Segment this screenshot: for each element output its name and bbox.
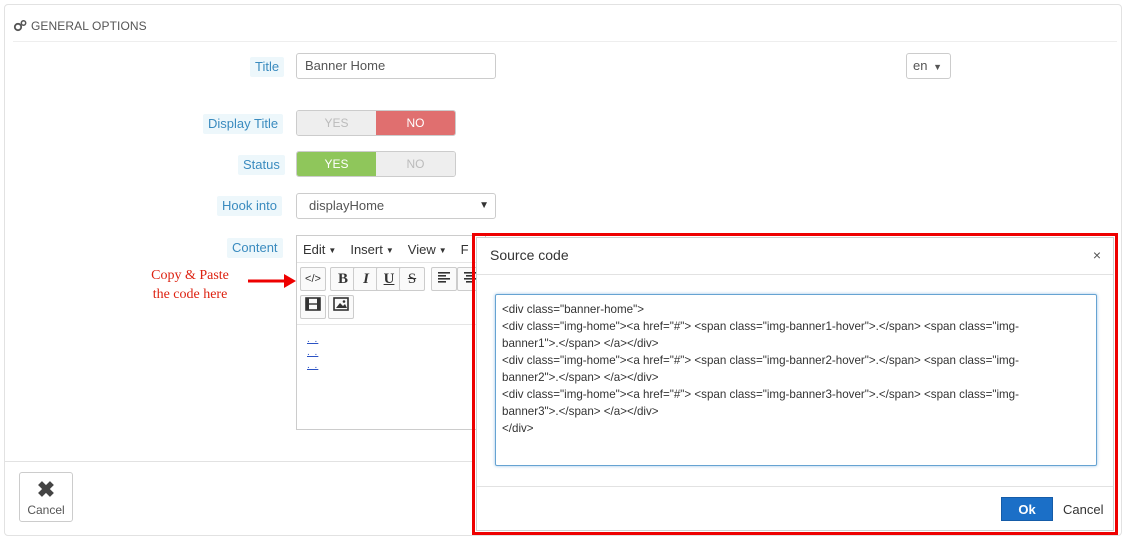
menu-edit[interactable]: Edit ▼ <box>303 242 336 257</box>
cancel-button-label: Cancel <box>27 503 65 517</box>
film-icon <box>305 297 321 311</box>
insert-video-button[interactable] <box>300 295 326 319</box>
close-icon: ✖ <box>36 477 56 502</box>
title-input[interactable]: Banner Home <box>296 53 496 79</box>
dialog-title: Source code <box>490 247 569 263</box>
ok-button[interactable]: Ok <box>1001 497 1053 521</box>
align-left-icon <box>438 272 450 283</box>
source-code-dialog: Source code × <div class="banner-home"> … <box>476 237 1114 531</box>
dialog-header: Source code × <box>477 238 1113 275</box>
hook-into-select[interactable]: displayHome ▼ <box>296 193 496 219</box>
hook-into-label: Hook into <box>217 196 282 216</box>
code-line: <div class="banner-home"> <box>502 303 644 316</box>
title-label: Title <box>250 57 285 77</box>
source-code-button[interactable]: </> <box>300 267 326 291</box>
status-no[interactable]: NO <box>376 152 455 176</box>
menu-view[interactable]: View ▼ <box>408 242 447 257</box>
arrow-right-icon <box>248 274 296 288</box>
rich-text-editor: Edit ▼ Insert ▼ View ▼ F </> B I U S . . . … <box>296 235 486 430</box>
editor-toolbar: </> B I U S <box>297 266 485 328</box>
copy-paste-annotation: Copy & Paste the code here <box>140 266 240 304</box>
hook-into-value: displayHome <box>309 198 385 213</box>
display-title-no[interactable]: NO <box>376 111 455 135</box>
caret-down-icon: ▼ <box>328 245 337 255</box>
close-icon[interactable]: × <box>1093 247 1101 263</box>
panel-heading: GENERAL OPTIONS <box>13 11 1117 42</box>
annotation-line-2: the code here <box>152 287 228 302</box>
panel-footer-divider <box>4 461 474 462</box>
editor-menubar: Edit ▼ Insert ▼ View ▼ F <box>297 236 485 263</box>
caret-down-icon: ▼ <box>933 62 943 72</box>
language-value: en <box>913 58 928 73</box>
code-line: banner2">.</span> </a></div> <box>502 371 659 384</box>
status-switch: YES NO <box>296 151 456 177</box>
code-line: banner3">.</span> </a></div> <box>502 405 659 418</box>
dialog-cancel-button[interactable]: Cancel <box>1063 502 1103 517</box>
align-left-button[interactable] <box>431 267 457 291</box>
display-title-yes[interactable]: YES <box>297 111 376 135</box>
gears-icon <box>13 19 27 33</box>
code-line: <div class="img-home"><a href="#"> <span… <box>502 320 1019 333</box>
caret-down-icon: ▼ <box>385 245 394 255</box>
image-icon <box>333 297 349 311</box>
code-line: banner1">.</span> </a></div> <box>502 337 659 350</box>
menu-format[interactable]: F <box>461 242 469 257</box>
editor-link[interactable]: . . <box>307 335 318 345</box>
strikethrough-button[interactable]: S <box>399 267 425 291</box>
content-label: Content <box>227 238 283 258</box>
status-label: Status <box>238 155 285 175</box>
panel-heading-text: GENERAL OPTIONS <box>31 19 147 33</box>
dialog-footer-divider <box>477 486 1113 487</box>
annotation-line-1: Copy & Paste <box>151 268 229 283</box>
editor-link[interactable]: . . <box>307 348 318 358</box>
code-line: <div class="img-home"><a href="#"> <span… <box>502 354 1019 367</box>
display-title-switch: YES NO <box>296 110 456 136</box>
status-yes[interactable]: YES <box>297 152 376 176</box>
source-code-textarea[interactable]: <div class="banner-home"> <div class="im… <box>495 294 1097 466</box>
display-title-label: Display Title <box>203 114 284 134</box>
insert-image-button[interactable] <box>328 295 354 319</box>
cancel-button[interactable]: ✖ Cancel <box>19 472 73 522</box>
menu-insert[interactable]: Insert ▼ <box>350 242 393 257</box>
editor-link[interactable]: . . <box>307 361 318 371</box>
code-line: <div class="img-home"><a href="#"> <span… <box>502 388 1019 401</box>
caret-down-icon: ▼ <box>438 245 447 255</box>
caret-down-icon: ▼ <box>479 200 489 211</box>
language-select[interactable]: en ▼ <box>906 53 951 79</box>
editor-content-area[interactable]: . . . . . . <box>297 324 485 429</box>
code-line: </div> <box>502 422 534 435</box>
